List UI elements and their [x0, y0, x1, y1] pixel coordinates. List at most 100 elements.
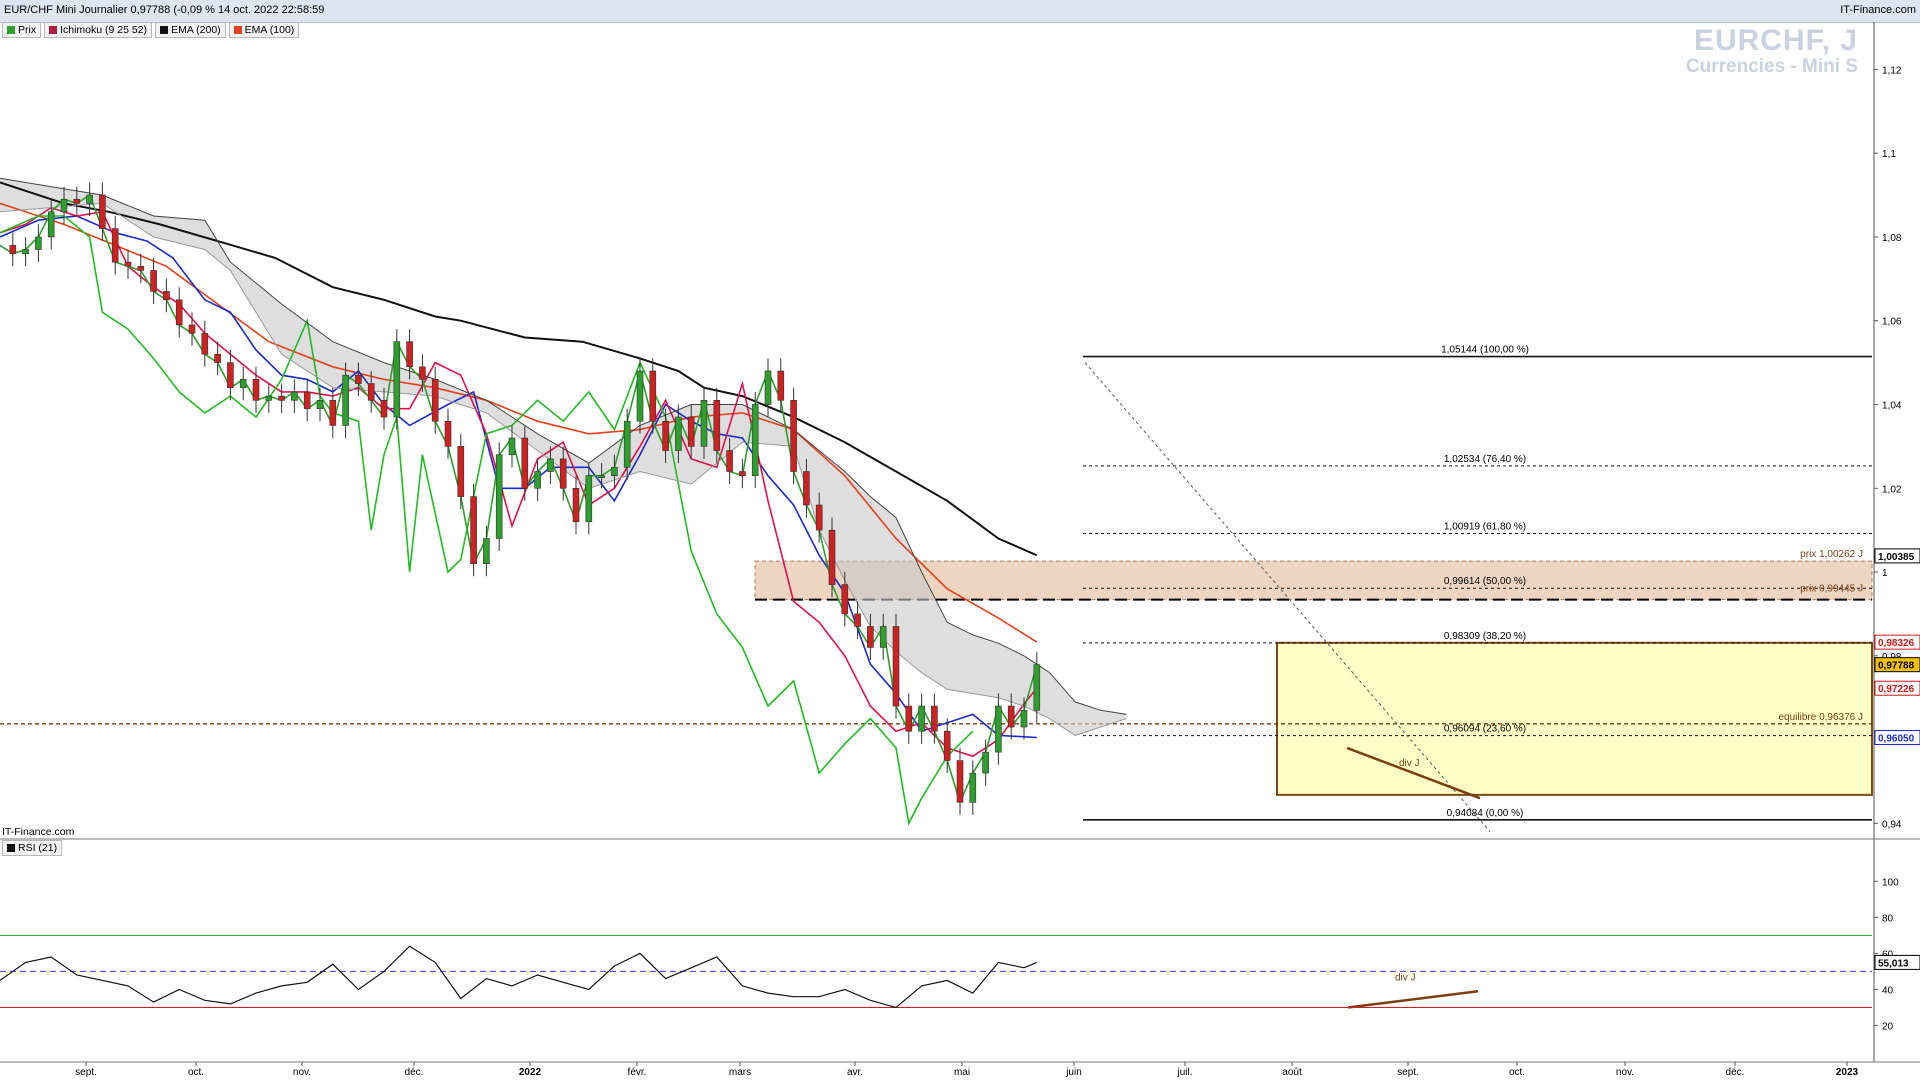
source-label: IT-Finance.com: [2, 826, 75, 838]
candle-body: [47, 211, 55, 238]
candle-body: [598, 475, 605, 478]
candle-body: [342, 374, 349, 426]
candle-body: [9, 245, 17, 255]
rsi-swatch-icon: [7, 844, 15, 852]
candle-body: [137, 265, 145, 271]
candle-body: [662, 420, 669, 451]
series-kijun: [0, 215, 1037, 739]
candle-body: [188, 324, 196, 334]
candle-body: [175, 299, 183, 326]
candle-body: [508, 437, 516, 456]
rsi-tick-label: 100: [1882, 877, 1899, 888]
rsi-div-label: div J: [1395, 972, 1416, 983]
candle-body: [636, 370, 644, 422]
series-ema-200-: [0, 181, 1038, 557]
candle-body: [956, 760, 964, 803]
rsi-legend[interactable]: RSI (21): [2, 840, 63, 856]
rsi-legend-label: RSI (21): [18, 842, 58, 854]
x-tick-label: juin: [1065, 1067, 1082, 1078]
candle-body: [329, 400, 337, 426]
y-tick-label: 1,04: [1882, 400, 1902, 411]
x-tick-label: 2023: [1836, 1067, 1859, 1078]
y-tick-label: 1,06: [1882, 317, 1902, 328]
candle-body: [303, 391, 311, 409]
x-tick-label: sept.: [75, 1067, 97, 1078]
candle-body: [470, 496, 477, 564]
candle-body: [252, 379, 260, 401]
price-tag-label: 0,96050: [1878, 733, 1915, 744]
candle-body: [278, 395, 285, 401]
candle-body: [419, 366, 426, 380]
candle-body: [585, 475, 593, 523]
candle-body: [265, 395, 273, 401]
candle-body: [879, 626, 887, 648]
candle-body: [739, 471, 746, 476]
candle-body: [150, 270, 157, 292]
candle-body: [495, 454, 503, 539]
rsi-tick-label: 80: [1882, 913, 1894, 924]
y-tick-label: 0,94: [1882, 819, 1902, 830]
candle-body: [687, 416, 695, 447]
candle-body: [393, 341, 401, 418]
candle-body: [431, 379, 439, 422]
price-tag-label: 1,00385: [1878, 552, 1915, 563]
candle-body: [713, 400, 721, 451]
candle-body: [124, 261, 132, 267]
candle-body: [726, 450, 733, 472]
candle-body: [86, 194, 93, 204]
candle-body: [73, 198, 81, 204]
candle-body: [790, 400, 797, 472]
y-tick-label: 1: [1882, 568, 1888, 579]
candle-body: [457, 446, 465, 497]
candle-body: [483, 538, 490, 564]
candle-body: [1007, 705, 1015, 728]
x-tick-label: nov.: [1616, 1067, 1634, 1078]
x-tick-label: oct.: [188, 1067, 204, 1078]
candle-body: [854, 613, 861, 627]
candle-body: [931, 705, 938, 732]
candle-body: [99, 194, 106, 229]
x-tick-label: avr.: [847, 1067, 863, 1078]
candle-body: [1020, 709, 1028, 728]
price-tag-label: 0,98326: [1878, 638, 1915, 649]
fib-label: 0,99614 (50,00 %): [1444, 576, 1526, 587]
fib-label: 1,00919 (61,80 %): [1444, 522, 1526, 533]
candle-body: [803, 471, 810, 506]
candle-body: [163, 291, 170, 301]
fib-label: 0,94084 (0,00 %): [1447, 808, 1524, 819]
y-tick-label: 1,12: [1882, 65, 1902, 76]
candle-body: [201, 332, 209, 355]
x-tick-label: juil.: [1176, 1067, 1192, 1078]
candle-body: [227, 362, 234, 389]
candle-body: [777, 370, 785, 401]
chart-canvas[interactable]: 1,121,11,081,061,041,0210,980,960,941,05…: [0, 0, 1920, 1080]
x-tick-label: sept.: [1397, 1067, 1419, 1078]
candle-body: [1033, 664, 1041, 711]
candle-body: [905, 705, 913, 732]
candle-body: [611, 467, 618, 476]
price-tag-label: 0,97788: [1878, 661, 1915, 672]
candle-body: [969, 772, 977, 803]
candle-body: [867, 626, 874, 648]
candle-body: [943, 730, 951, 761]
candle-body: [444, 420, 452, 447]
candle-body: [995, 705, 1002, 753]
candle-body: [547, 458, 554, 472]
rsi-tick-label: 20: [1882, 1022, 1894, 1033]
equilibre-label: equilibre 0,96376 J: [1778, 712, 1863, 723]
rsi-tag-label: 55,013: [1878, 958, 1909, 969]
candle-body: [214, 353, 221, 363]
x-tick-label: févr.: [628, 1067, 647, 1078]
x-tick-label: déc.: [1726, 1067, 1745, 1078]
price-tag-label: 0,97226: [1878, 684, 1915, 695]
candle-body: [111, 228, 119, 263]
rsi-tick-label: 40: [1882, 985, 1894, 996]
candle-body: [892, 626, 900, 707]
candle-body: [60, 198, 68, 213]
x-tick-label: mai: [954, 1067, 970, 1078]
x-tick-label: août: [1282, 1067, 1302, 1078]
candle-body: [559, 458, 567, 489]
x-tick-label: mars: [729, 1067, 751, 1078]
prix-2-label: prix 0,99445 J: [1800, 583, 1863, 594]
candle-body: [35, 236, 42, 250]
